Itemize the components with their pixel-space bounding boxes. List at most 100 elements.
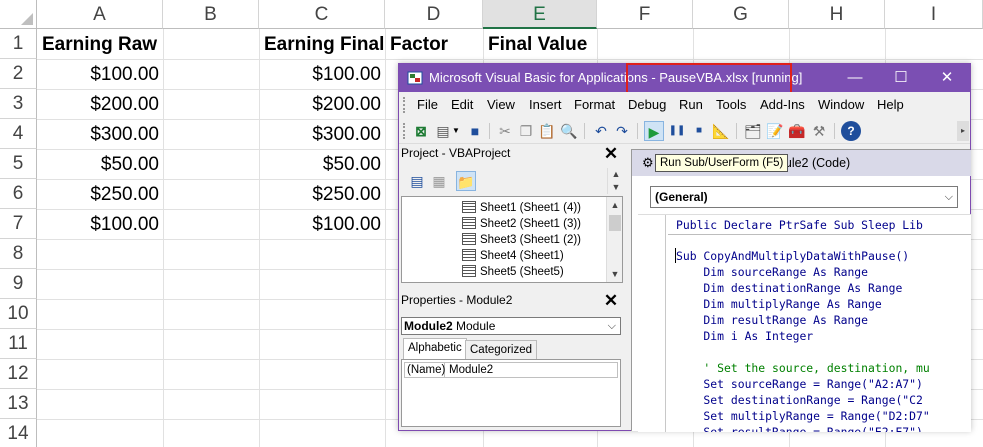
cut-icon[interactable]: ✂ [495, 121, 515, 141]
column-header-g[interactable]: G [693, 0, 789, 29]
toolbar-grip[interactable] [403, 123, 407, 139]
row-header-2[interactable]: 2 [0, 59, 37, 89]
column-header-d[interactable]: D [385, 0, 483, 29]
break-icon[interactable]: ❚❚ [667, 121, 687, 141]
view-excel-icon[interactable]: ⊠ [411, 121, 431, 141]
row-header-9[interactable]: 9 [0, 269, 37, 299]
property-row-name[interactable]: (Name) Module2 [404, 362, 618, 378]
project-tree[interactable]: Sheet1 (Sheet1 (4)) Sheet2 (Sheet1 (3)) … [401, 196, 623, 283]
cell-a3[interactable]: $200.00 [38, 89, 163, 119]
cell-a5[interactable]: $50.00 [38, 149, 163, 179]
view-code-icon[interactable]: ▤ [407, 171, 427, 191]
menu-insert[interactable]: Insert [529, 92, 562, 118]
tree-item-sheet2[interactable]: Sheet2 (Sheet1 (3)) [462, 216, 581, 232]
menu-format[interactable]: Format [574, 92, 615, 118]
insert-module-icon[interactable]: ▤ [433, 121, 453, 141]
tree-item-sheet1[interactable]: Sheet1 (Sheet1 (4)) [462, 200, 581, 216]
maximize-button[interactable]: ☐ [878, 64, 924, 92]
design-mode-icon[interactable]: 📐 [711, 121, 731, 141]
code-line[interactable]: Set destinationRange = Range("C2 [676, 392, 922, 408]
cell-a1[interactable]: Earning Raw [38, 29, 161, 59]
column-header-b[interactable]: B [163, 0, 259, 29]
code-line[interactable]: Dim resultRange As Range [676, 312, 868, 328]
find-icon[interactable]: 🔍 [559, 121, 579, 141]
redo-icon[interactable]: ↷ [612, 121, 632, 141]
cell-c6[interactable]: $250.00 [260, 179, 385, 209]
row-header-7[interactable]: 7 [0, 209, 37, 239]
menu-debug[interactable]: Debug [628, 92, 666, 118]
cell-d1[interactable]: Factor [386, 29, 452, 59]
object-combo[interactable]: (General) ⌵ [650, 186, 958, 208]
tab-categorized[interactable]: Categorized [465, 340, 538, 359]
properties-window-icon[interactable]: 📝 [765, 121, 785, 141]
cell-c5[interactable]: $50.00 [260, 149, 385, 179]
vba-editor-window[interactable]: Microsoft Visual Basic for Applications … [398, 63, 971, 432]
column-header-i[interactable]: I [885, 0, 983, 29]
cell-a4[interactable]: $300.00 [38, 119, 163, 149]
cell-c1[interactable]: Earning Final [260, 29, 388, 59]
project-tree-scrollbar[interactable]: ▲ ▼ [606, 197, 622, 282]
cell-c7[interactable]: $100.00 [260, 209, 385, 239]
cell-e1[interactable]: Final Value [484, 29, 591, 59]
menu-window[interactable]: Window [818, 92, 864, 118]
code-line[interactable]: Dim destinationRange As Range [676, 280, 902, 296]
tree-item-sheet4[interactable]: Sheet4 (Sheet1) [462, 248, 564, 264]
row-header-1[interactable]: 1 [0, 29, 37, 59]
row-header-14[interactable]: 14 [0, 419, 37, 447]
properties-pane-close-button[interactable]: ✕ [602, 292, 620, 309]
column-header-f[interactable]: F [597, 0, 693, 29]
row-header-6[interactable]: 6 [0, 179, 37, 209]
project-toolbar-scroll[interactable]: ▲ ▼ [607, 168, 623, 194]
menu-tools[interactable]: Tools [716, 92, 746, 118]
toolbar-grip[interactable] [403, 97, 407, 113]
select-all-corner[interactable] [0, 0, 37, 29]
cell-c2[interactable]: $100.00 [260, 59, 385, 89]
cell-a2[interactable]: $100.00 [38, 59, 163, 89]
row-header-10[interactable]: 10 [0, 299, 37, 329]
menu-add-ins[interactable]: Add-Ins [760, 92, 805, 118]
row-header-11[interactable]: 11 [0, 329, 37, 359]
properties-object-select[interactable]: Module2 Module ⌵ [401, 317, 621, 335]
code-declaration-line[interactable]: Public Declare PtrSafe Sub Sleep Lib [676, 217, 923, 233]
code-line[interactable]: Set sourceRange = Range("A2:A7") [676, 376, 922, 392]
scroll-down-icon[interactable]: ▼ [608, 181, 624, 194]
reset-icon[interactable]: ■ [689, 121, 709, 141]
cell-c4[interactable]: $300.00 [260, 119, 385, 149]
object-browser-icon[interactable]: 🧰 [787, 121, 807, 141]
column-header-h[interactable]: H [789, 0, 885, 29]
help-icon[interactable]: ? [841, 121, 861, 141]
view-object-icon[interactable]: ▦ [429, 171, 449, 191]
menu-file[interactable]: File [417, 92, 438, 118]
code-line[interactable]: Dim multiplyRange As Range [676, 296, 881, 312]
cell-a6[interactable]: $250.00 [38, 179, 163, 209]
scroll-thumb[interactable] [609, 215, 621, 231]
row-header-5[interactable]: 5 [0, 149, 37, 179]
menu-edit[interactable]: Edit [451, 92, 473, 118]
insert-dropdown-icon[interactable]: ▼ [451, 121, 461, 141]
tree-item-sheet3[interactable]: Sheet3 (Sheet1 (2)) [462, 232, 581, 248]
code-editor[interactable]: Public Declare PtrSafe Sub Sleep Lib Sub… [638, 214, 971, 432]
project-pane-close-button[interactable]: ✕ [602, 145, 620, 162]
menu-view[interactable]: View [487, 92, 515, 118]
column-header-a[interactable]: A [37, 0, 163, 29]
menu-help[interactable]: Help [877, 92, 904, 118]
column-header-c[interactable]: C [259, 0, 385, 29]
code-window[interactable]: ⚙ PauseVBA.xlsx - Module2 (Code) (Genera… [631, 149, 971, 432]
code-margin[interactable] [638, 215, 666, 432]
scroll-up-icon[interactable]: ▲ [608, 168, 624, 181]
code-line[interactable]: Dim i As Integer [676, 328, 813, 344]
cell-a7[interactable]: $100.00 [38, 209, 163, 239]
copy-icon[interactable]: ❐ [516, 121, 536, 141]
toggle-folders-icon[interactable]: 📁 [456, 171, 476, 191]
toolbar-overflow-icon[interactable]: ▸ [957, 121, 969, 141]
row-header-12[interactable]: 12 [0, 359, 37, 389]
row-header-3[interactable]: 3 [0, 89, 37, 119]
code-comment-line[interactable]: ' Set the source, destination, mu [676, 360, 929, 376]
minimize-button[interactable]: — [832, 64, 878, 92]
vba-title-bar[interactable]: Microsoft Visual Basic for Applications … [399, 63, 970, 96]
code-line[interactable]: Dim sourceRange As Range [676, 264, 868, 280]
row-header-4[interactable]: 4 [0, 119, 37, 149]
project-explorer-icon[interactable]: 🗂 [743, 121, 763, 141]
tree-item-sheet5[interactable]: Sheet5 (Sheet5) [462, 264, 564, 280]
code-line[interactable]: Sub CopyAndMultiplyDataWithPause() [676, 248, 909, 264]
